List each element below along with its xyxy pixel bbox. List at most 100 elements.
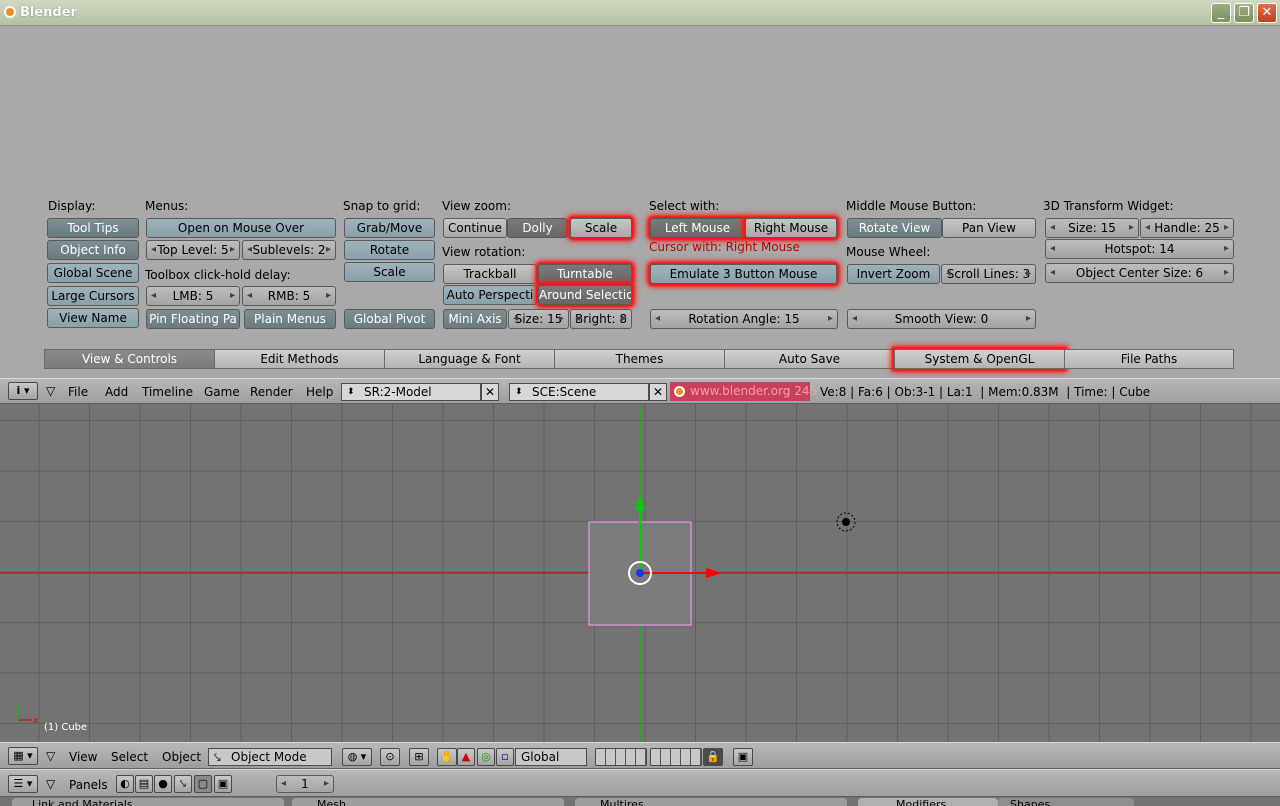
rotation-turntable-option[interactable]: Turntable xyxy=(538,264,632,284)
zoom-scale-option[interactable]: Scale xyxy=(570,218,632,238)
global-pivot-toggle[interactable]: Global Pivot xyxy=(344,309,435,329)
minimize-button[interactable]: _ xyxy=(1211,3,1231,23)
mmb-rotate-view-option[interactable]: Rotate View xyxy=(847,218,942,238)
open-on-mouse-over-toggle[interactable]: Open on Mouse Over xyxy=(146,218,336,238)
menu-render[interactable]: Render xyxy=(250,385,293,399)
auto-perspective-toggle[interactable]: Auto Perspecti xyxy=(443,285,537,305)
3d-viewport[interactable]: x (1) Cube xyxy=(0,404,1280,742)
snap-grab-move-toggle[interactable]: Grab/Move xyxy=(344,218,435,238)
menu-view[interactable]: View xyxy=(69,750,97,764)
widget-y-arrow-head xyxy=(635,494,645,510)
tab-file-paths[interactable]: File Paths xyxy=(1064,349,1234,369)
menu-timeline[interactable]: Timeline xyxy=(142,385,193,399)
snap-rotate-toggle[interactable]: Rotate xyxy=(344,240,435,260)
scene-context-icon[interactable]: ▣ xyxy=(214,775,232,793)
rotation-trackball-option[interactable]: Trackball xyxy=(443,264,537,284)
mini-axis-bright-field[interactable]: Bright: 8 xyxy=(570,309,632,329)
maximize-button[interactable]: ❐ xyxy=(1234,3,1254,23)
emulate-3-button-mouse-toggle[interactable]: Emulate 3 Button Mouse xyxy=(650,264,837,284)
view-name-toggle[interactable]: View Name xyxy=(47,308,139,328)
collapse-menu-arrow-icon[interactable]: ▽ xyxy=(46,384,55,398)
tool-tips-toggle[interactable]: Tool Tips xyxy=(47,218,139,238)
info-editor-type-icon[interactable]: i ▾ xyxy=(8,382,38,400)
frame-number-field[interactable]: 1 xyxy=(276,775,334,793)
tab-themes[interactable]: Themes xyxy=(554,349,725,369)
around-selection-toggle[interactable]: Around Selectio xyxy=(538,285,632,305)
mode-selector[interactable]: ⤥ Object Mode xyxy=(208,748,332,766)
rotation-angle-field[interactable]: Rotation Angle: 15 xyxy=(650,309,838,329)
rmb-delay-field[interactable]: RMB: 5 xyxy=(242,286,336,306)
tab-auto-save[interactable]: Auto Save xyxy=(724,349,895,369)
pin-floating-panels-toggle[interactable]: Pin Floating Pa xyxy=(146,309,240,329)
hand-grab-icon[interactable]: ✋ xyxy=(437,748,457,766)
mmb-pan-view-option[interactable]: Pan View xyxy=(942,218,1036,238)
transform-orientation-selector[interactable]: Global xyxy=(515,748,587,766)
mini-axis-toggle[interactable]: Mini Axis xyxy=(443,309,507,329)
snap-icon[interactable]: ⊞ xyxy=(409,748,429,766)
zoom-continue-option[interactable]: Continue xyxy=(443,218,507,238)
shading-context-icon[interactable]: ● xyxy=(154,775,172,793)
lock-icon[interactable]: 🔒 xyxy=(703,748,723,766)
screen-selector[interactable]: ⬍ SR:2-Model xyxy=(341,383,481,401)
buttons-editor-type-icon[interactable]: ☰ ▾ xyxy=(8,775,38,793)
snap-scale-toggle[interactable]: Scale xyxy=(344,262,435,282)
layers-group-2[interactable] xyxy=(650,748,702,766)
layers-group-1[interactable] xyxy=(595,748,647,766)
scale-manipulator-icon[interactable]: ▫ xyxy=(496,748,514,766)
menu-object[interactable]: Object xyxy=(162,750,201,764)
collapse-menu-arrow-icon[interactable]: ▽ xyxy=(46,749,55,763)
mini-axis-size-field[interactable]: Size: 15 xyxy=(508,309,569,329)
delete-screen-x-icon[interactable]: ✕ xyxy=(481,383,499,401)
sublevels-field[interactable]: Sublevels: 2 xyxy=(242,240,336,260)
website-banner[interactable]: www.blender.org 245 xyxy=(670,382,817,401)
panel-tab-mesh[interactable]: Mesh xyxy=(292,798,564,806)
panel-tab-shapes[interactable]: Shapes xyxy=(998,798,1134,806)
buttons-header: ☰ ▾ ▽ Panels ◐ ▤ ● ⤥ ▢ ▣ 1 xyxy=(0,769,1280,797)
render-preview-icon[interactable]: ▣ xyxy=(733,748,753,766)
close-button[interactable]: ✕ xyxy=(1257,3,1277,23)
menu-add[interactable]: Add xyxy=(105,385,128,399)
plain-menus-toggle[interactable]: Plain Menus xyxy=(244,309,336,329)
collapse-menu-arrow-icon[interactable]: ▽ xyxy=(46,777,55,791)
panel-tab-modifiers[interactable]: Modifiers xyxy=(858,798,998,806)
logic-context-icon[interactable]: ◐ xyxy=(116,775,134,793)
editing-context-icon[interactable]: ▢ xyxy=(194,775,212,793)
tab-language-font[interactable]: Language & Font xyxy=(384,349,555,369)
lmb-delay-field[interactable]: LMB: 5 xyxy=(146,286,240,306)
object-context-icon[interactable]: ⤥ xyxy=(174,775,192,793)
menu-file[interactable]: File xyxy=(68,385,88,399)
menu-help[interactable]: Help xyxy=(306,385,333,399)
object-info-toggle[interactable]: Object Info xyxy=(47,240,139,260)
draw-type-icon[interactable]: ◍ ▾ xyxy=(342,748,372,766)
pivot-icon[interactable]: ⊙ xyxy=(380,748,400,766)
widget-hotspot-field[interactable]: Hotspot: 14 xyxy=(1045,239,1234,259)
scene-selector[interactable]: ⬍ SCE:Scene xyxy=(509,383,649,401)
global-scene-toggle[interactable]: Global Scene xyxy=(47,263,139,283)
top-level-field[interactable]: Top Level: 5 xyxy=(146,240,240,260)
object-center-size-field[interactable]: Object Center Size: 6 xyxy=(1045,263,1234,283)
widget-handle-field[interactable]: Handle: 25 xyxy=(1140,218,1234,238)
rotate-manipulator-icon[interactable]: ◎ xyxy=(477,748,495,766)
panel-tab-multires[interactable]: Multires xyxy=(575,798,847,806)
tab-system-opengl[interactable]: System & OpenGL xyxy=(894,349,1065,369)
script-context-icon[interactable]: ▤ xyxy=(135,775,153,793)
object-name-label: (1) Cube xyxy=(44,722,88,733)
cursor-with-label: Cursor with: Right Mouse xyxy=(649,240,800,254)
large-cursors-toggle[interactable]: Large Cursors xyxy=(47,286,139,306)
delete-scene-x-icon[interactable]: ✕ xyxy=(649,383,667,401)
menu-game[interactable]: Game xyxy=(204,385,240,399)
smooth-view-field[interactable]: Smooth View: 0 xyxy=(847,309,1036,329)
select-left-mouse-option[interactable]: Left Mouse xyxy=(650,218,745,238)
zoom-dolly-option[interactable]: Dolly xyxy=(507,218,568,238)
tab-view-controls[interactable]: View & Controls xyxy=(44,349,215,369)
widget-size-field[interactable]: Size: 15 xyxy=(1045,218,1139,238)
select-right-mouse-option[interactable]: Right Mouse xyxy=(745,218,837,238)
grid-editor-type-icon[interactable]: ▦ ▾ xyxy=(8,747,38,765)
select-with-label: Select with: xyxy=(649,199,720,213)
menu-select[interactable]: Select xyxy=(111,750,148,764)
translate-manipulator-icon[interactable]: ▲ xyxy=(457,748,475,766)
scroll-lines-field[interactable]: Scroll Lines: 3 xyxy=(941,264,1036,284)
panel-tab-link-materials[interactable]: Link and Materials xyxy=(12,798,284,806)
tab-edit-methods[interactable]: Edit Methods xyxy=(214,349,385,369)
invert-zoom-toggle[interactable]: Invert Zoom xyxy=(847,264,940,284)
